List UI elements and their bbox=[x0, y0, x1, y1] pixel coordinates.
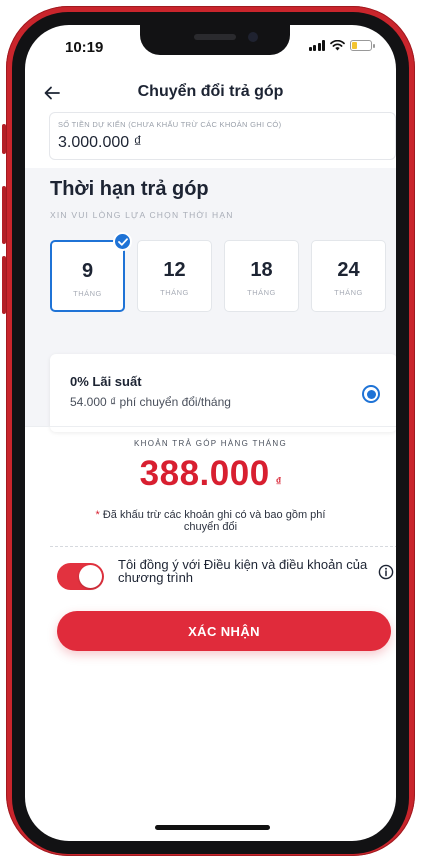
conversion-fee-text: 54.000 ₫ phí chuyển đổi/tháng bbox=[70, 395, 231, 409]
phone-volume-down-button bbox=[2, 256, 6, 314]
estimated-amount-label: SỐ TIỀN DỰ KIẾN (CHƯA KHẤU TRỪ CÁC KHOẢN… bbox=[58, 120, 282, 129]
radio-selected-icon[interactable] bbox=[362, 385, 380, 403]
term-option-value: 12 bbox=[163, 259, 186, 281]
signal-icon bbox=[308, 40, 325, 51]
agreement-text: Tôi đồng ý với Điều kiện và điều khoản c… bbox=[118, 557, 368, 585]
monthly-installment-currency: ₫ bbox=[275, 476, 282, 488]
term-option-18[interactable]: 18 THÁNG bbox=[224, 240, 299, 312]
term-title: Thời hạn trả góp bbox=[50, 178, 209, 200]
phone-notch bbox=[140, 25, 290, 55]
estimated-amount-value: 3.000.000 ₫ bbox=[58, 134, 142, 151]
term-option-value: 24 bbox=[337, 259, 360, 281]
term-option-12[interactable]: 12 THÁNG bbox=[137, 240, 212, 312]
term-options: 9 THÁNG 12 THÁNG 18 THÁNG 24 THÁNG bbox=[50, 232, 396, 312]
confirm-button[interactable]: XÁC NHẬN bbox=[57, 611, 391, 651]
header: Chuyển đổi trả góp bbox=[25, 77, 396, 109]
status-icons bbox=[308, 40, 375, 51]
monthly-installment-section: KHOẢN TRẢ GÓP HÀNG THÁNG 388.000 ₫ * Đã k… bbox=[25, 426, 396, 572]
home-indicator bbox=[155, 825, 270, 830]
term-option-unit: THÁNG bbox=[160, 288, 189, 297]
info-icon[interactable] bbox=[378, 564, 394, 580]
term-option-unit: THÁNG bbox=[247, 288, 276, 297]
wifi-icon bbox=[330, 40, 345, 51]
dashed-divider bbox=[50, 546, 396, 547]
agreement-toggle[interactable] bbox=[57, 563, 104, 590]
app-screen: 10:19 Chuyển đổi trả góp SỐ TIỀN DỰ KIẾN… bbox=[25, 25, 396, 841]
estimated-amount-field: SỐ TIỀN DỰ KIẾN (CHƯA KHẤU TRỪ CÁC KHOẢN… bbox=[49, 112, 396, 160]
notch-speaker bbox=[194, 34, 236, 40]
term-option-value: 18 bbox=[250, 259, 273, 281]
interest-rate-card[interactable]: 0% Lãi suất 54.000 ₫ phí chuyển đổi/thán… bbox=[50, 354, 396, 432]
phone-volume-up-button bbox=[2, 186, 6, 244]
camera-icon bbox=[248, 32, 258, 42]
monthly-installment-label: KHOẢN TRẢ GÓP HÀNG THÁNG bbox=[133, 439, 287, 448]
note-text: Đã khấu trừ các khoản ghi có và bao gồm … bbox=[102, 509, 326, 533]
term-option-24[interactable]: 24 THÁNG bbox=[311, 240, 386, 312]
term-subtitle: XIN VUI LÒNG LỰA CHỌN THỜI HẠN bbox=[50, 210, 234, 220]
page-title: Chuyển đổi trả góp bbox=[137, 83, 284, 100]
term-option-value: 9 bbox=[81, 260, 94, 282]
agreement-row: Tôi đồng ý với Điều kiện và điều khoản c… bbox=[50, 558, 396, 610]
note-asterisk: * bbox=[95, 509, 100, 521]
term-option-9[interactable]: 9 THÁNG bbox=[50, 232, 132, 312]
battery-icon bbox=[350, 40, 375, 51]
monthly-installment-value: 388.000 ₫ bbox=[25, 454, 396, 494]
check-icon bbox=[113, 232, 132, 251]
term-section: Thời hạn trả góp XIN VUI LÒNG LỰA CHỌN T… bbox=[25, 168, 396, 432]
term-option-unit: THÁNG bbox=[73, 289, 102, 298]
interest-rate-title: 0% Lãi suất bbox=[70, 374, 142, 389]
term-option-unit: THÁNG bbox=[334, 288, 363, 297]
phone-side-button bbox=[2, 124, 6, 154]
monthly-installment-amount: 388.000 bbox=[139, 454, 270, 493]
status-time: 10:19 bbox=[65, 39, 104, 56]
monthly-installment-note: * Đã khấu trừ các khoản ghi có và bao gồ… bbox=[85, 509, 336, 533]
